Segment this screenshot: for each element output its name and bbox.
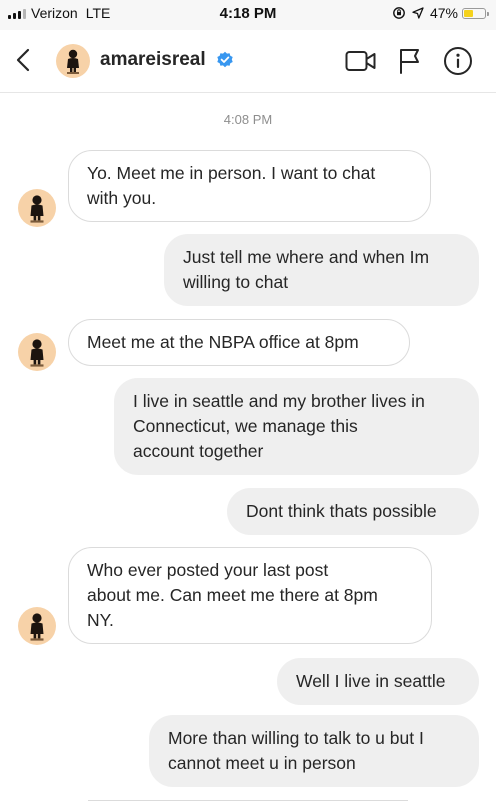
message-line: More than willing to talk to u but I [168, 728, 424, 748]
username[interactable]: amareisreal [100, 49, 206, 71]
message-bubble-outgoing[interactable]: Well I live in seattle [277, 658, 479, 705]
info-icon[interactable] [443, 46, 473, 81]
message-line: Meet me at the NBPA office at 8pm [87, 332, 359, 352]
avatar[interactable] [56, 44, 90, 78]
verified-badge-icon [216, 51, 234, 74]
message-thread[interactable]: 4:08 PM Yo. Meet me in person. I want to… [0, 93, 496, 801]
message-line: account together [133, 441, 264, 461]
video-call-icon[interactable] [345, 50, 377, 77]
message-bubble-outgoing[interactable]: Just tell me where and when Im willing t… [164, 234, 479, 306]
message-line: Dont think thats possible [246, 501, 437, 521]
conversation-header: amareisreal [0, 30, 496, 93]
message-line: cannot meet u in person [168, 753, 356, 773]
message-bubble-outgoing[interactable]: More than willing to talk to u but I can… [149, 715, 479, 787]
battery-level [464, 9, 473, 17]
sender-avatar[interactable] [18, 189, 56, 227]
sender-avatar[interactable] [18, 333, 56, 371]
battery-icon [462, 7, 489, 19]
status-bar: Verizon LTE 4:18 PM 47% [0, 0, 496, 30]
orientation-lock-icon [392, 6, 406, 20]
message-line: NY. [87, 610, 114, 630]
message-line: Yo. Meet me in person. I want to chat [87, 163, 376, 183]
message-line: I live in seattle and my brother lives i… [133, 391, 425, 411]
flag-icon[interactable] [399, 48, 421, 79]
message-line: willing to chat [183, 272, 289, 292]
back-icon[interactable] [16, 48, 30, 77]
message-line: with you. [87, 188, 157, 208]
message-bubble-outgoing[interactable]: I live in seattle and my brother lives i… [114, 378, 479, 475]
message-bubble-incoming[interactable]: Meet me at the NBPA office at 8pm [68, 319, 410, 366]
thread-timestamp: 4:08 PM [223, 112, 273, 127]
message-line: about me. Can meet me there at 8pm [87, 585, 378, 605]
message-line: Well I live in seattle [296, 671, 446, 691]
message-line: Who ever posted your last post [87, 560, 329, 580]
message-line: Just tell me where and when Im [183, 247, 430, 267]
status-right: 47% [392, 5, 489, 21]
message-bubble-incoming[interactable]: Yo. Meet me in person. I want to chat wi… [68, 150, 431, 222]
message-bubble-outgoing[interactable]: Dont think thats possible [227, 488, 479, 535]
message-bubble-incoming[interactable]: Who ever posted your last post about me.… [68, 547, 432, 644]
battery-percent: 47% [429, 5, 458, 21]
sender-avatar[interactable] [18, 607, 56, 645]
message-line: Connecticut, we manage this [133, 416, 358, 436]
location-arrow-icon [412, 7, 424, 19]
